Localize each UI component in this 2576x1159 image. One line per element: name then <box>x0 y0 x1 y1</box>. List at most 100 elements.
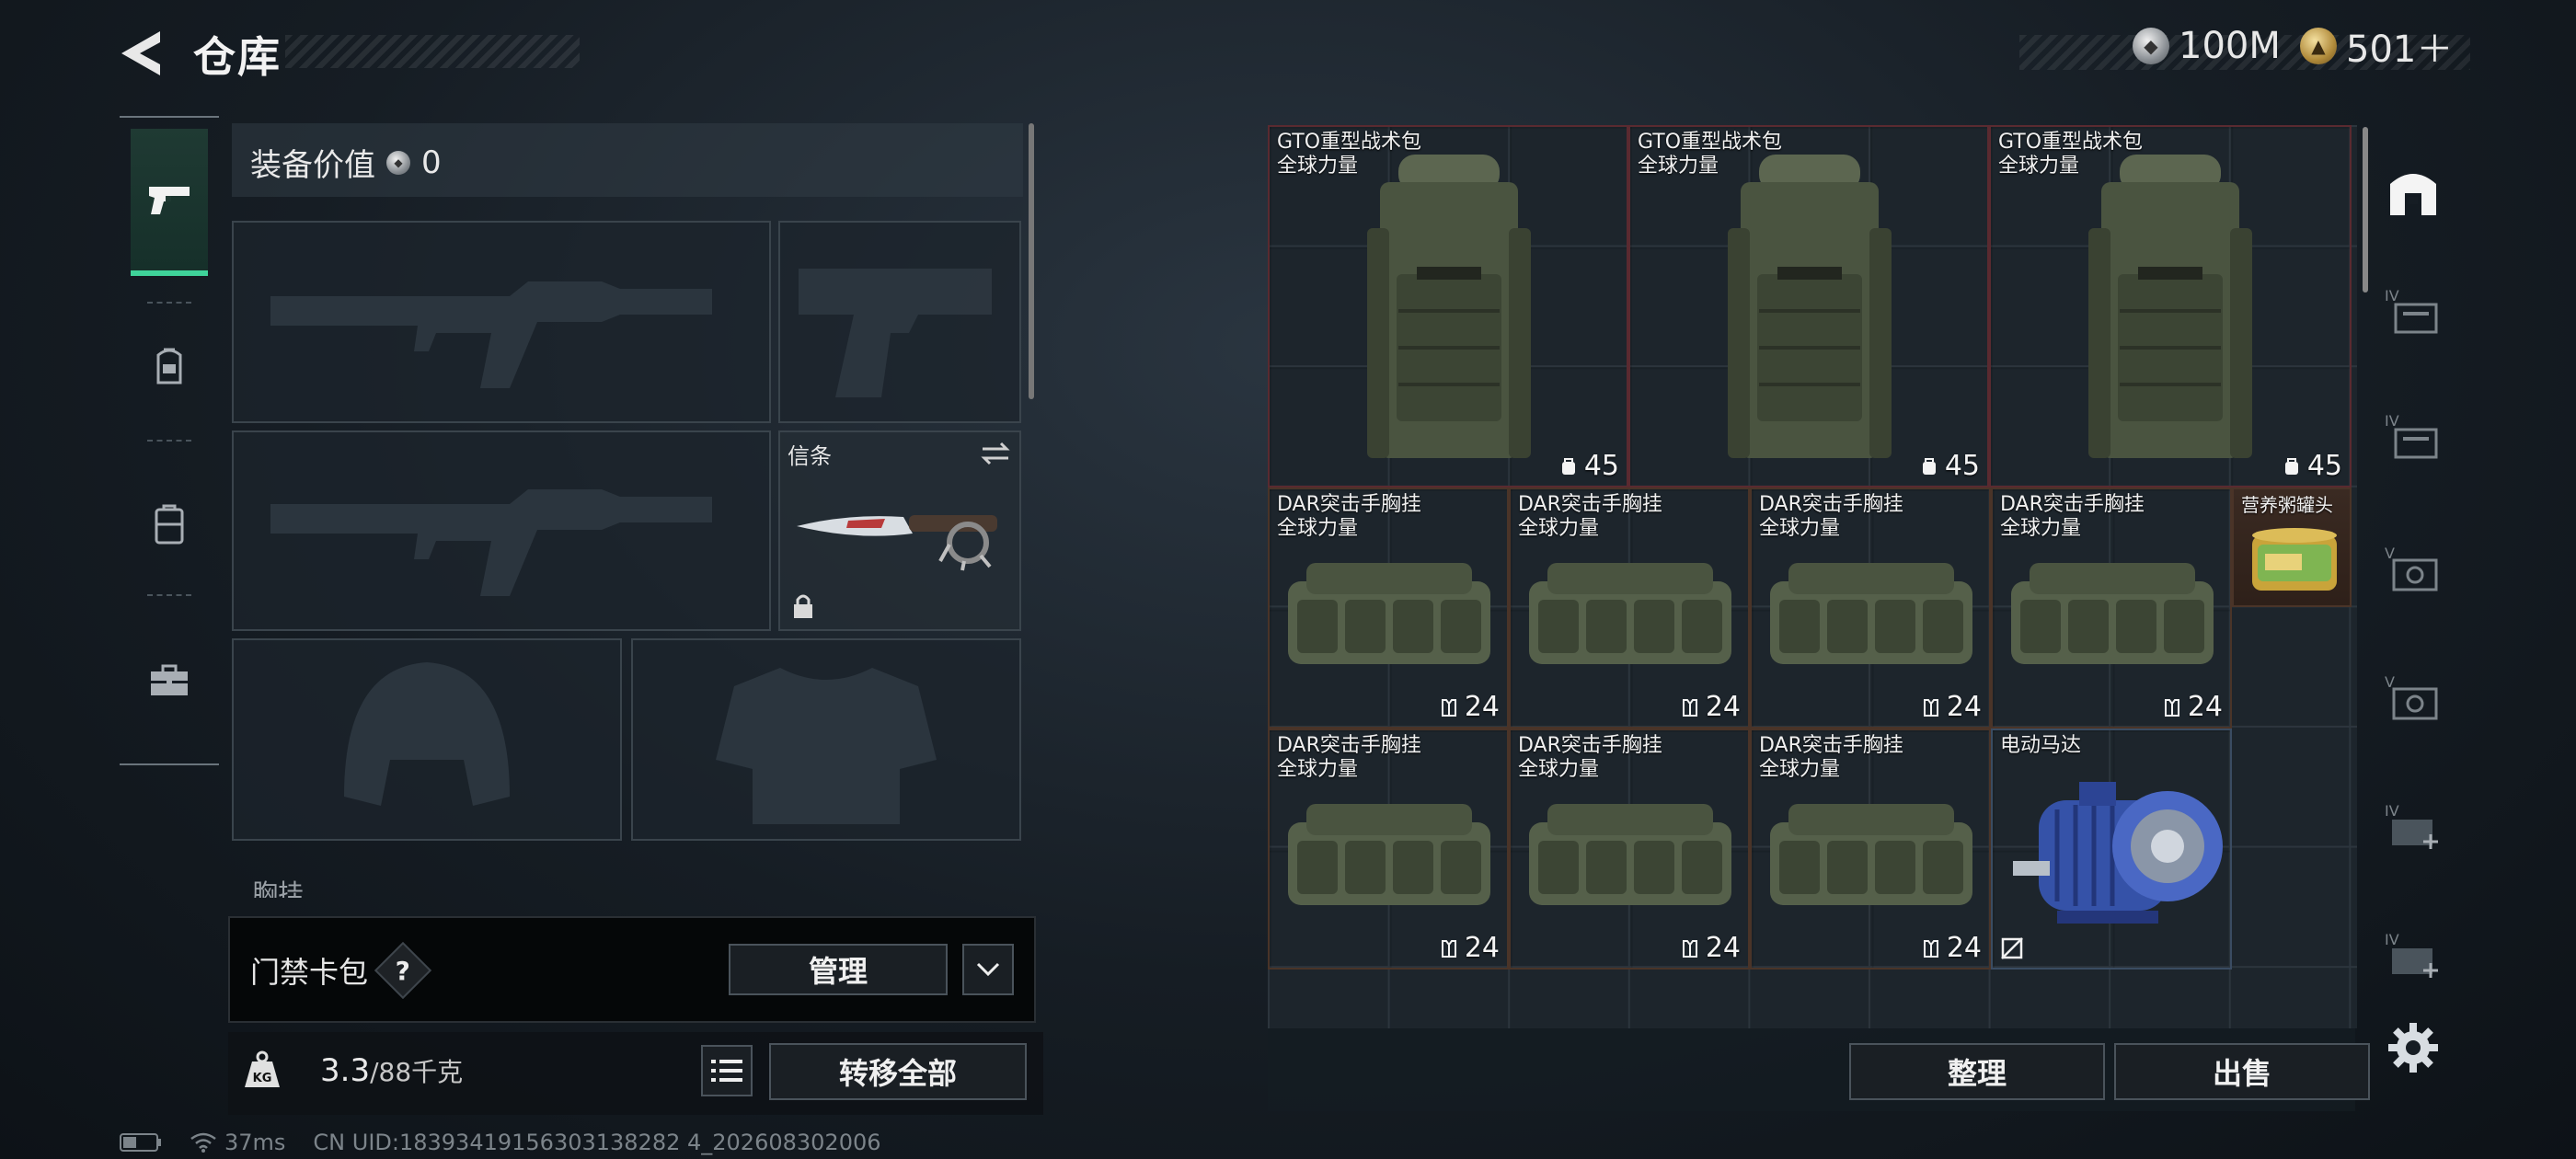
storage-item[interactable]: DAR突击手胸挂 全球力量 24 <box>1268 488 1509 729</box>
chest-rig-slot-partial[interactable]: 胸挂 <box>232 865 1023 898</box>
tab-container-6[interactable]: IV <box>2383 925 2444 986</box>
storage-scrollbar[interactable] <box>2363 127 2368 293</box>
backpack-image <box>2088 155 2252 458</box>
food-can-image <box>2252 528 2337 591</box>
weight-max: /88千克 <box>370 1057 464 1087</box>
svg-text:KG: KG <box>253 1072 272 1085</box>
item-capacity: 45 <box>1919 450 1980 482</box>
access-card-label: 门禁卡包 <box>250 955 369 990</box>
item-name: DAR突击手胸挂 全球力量 <box>2000 493 2145 540</box>
secondary-weapon-slot[interactable] <box>232 430 771 631</box>
item-name: DAR突击手胸挂 全球力量 <box>1277 493 1421 540</box>
tab-container-4[interactable]: V <box>2383 668 2444 729</box>
transfer-all-button[interactable]: 转移全部 <box>769 1043 1027 1100</box>
category-weapons[interactable] <box>131 129 208 276</box>
storage-grid: GTO重型战术包 全球力量 45 GTO重型战术包 全球力量 45 GTO重型战术包… <box>1268 125 2357 1028</box>
chest-rig-image <box>1529 563 1731 664</box>
vest-capacity-icon <box>1682 939 1697 958</box>
helmet-silhouette-icon <box>344 662 510 806</box>
chest-rig-label: 胸挂 <box>252 878 305 898</box>
tab-container-3[interactable]: V <box>2383 539 2444 600</box>
tab-container-5[interactable]: IV <box>2383 797 2444 857</box>
svg-text:IV: IV <box>2385 287 2399 304</box>
svg-text:IV: IV <box>2385 931 2399 948</box>
sell-button[interactable]: 出售 <box>2114 1043 2370 1100</box>
tab-container-1[interactable]: IV <box>2383 281 2444 342</box>
title-decoration <box>285 35 580 68</box>
help-icon[interactable]: ? <box>374 941 432 1000</box>
swap-icon[interactable] <box>979 440 1012 467</box>
primary-weapon-slot[interactable] <box>232 221 771 423</box>
category-backpack[interactable] <box>131 451 208 598</box>
loadout-scrollbar[interactable] <box>1029 123 1034 399</box>
tier-iv-expand-icon: IV <box>2385 802 2438 849</box>
manage-button[interactable]: 管理 <box>729 944 948 995</box>
vest-capacity-icon <box>1441 698 1456 717</box>
user-uid: CN UID:18393419156303138282 4_2026083020… <box>313 1130 881 1155</box>
category-case[interactable] <box>131 607 208 754</box>
item-name: DAR突击手胸挂 全球力量 <box>1277 734 1421 781</box>
status-bar: 37ms CN UID:18393419156303138282 4_20260… <box>120 1130 881 1155</box>
storage-item[interactable]: DAR突击手胸挂 全球力量 24 <box>1750 729 1991 970</box>
item-name: DAR突击手胸挂 全球力量 <box>1759 493 1903 540</box>
pistol-slot[interactable] <box>778 221 1021 423</box>
tab-container-2[interactable]: IV <box>2383 407 2444 467</box>
storage-item[interactable]: GTO重型战术包 全球力量 45 <box>1268 125 1628 488</box>
expand-dropdown-button[interactable] <box>962 944 1014 995</box>
chest-rig-image <box>1770 804 1972 905</box>
settings-gear-icon[interactable] <box>2386 1021 2440 1074</box>
backpack-image <box>1367 155 1531 458</box>
gold-coin-icon: ▲ <box>2300 28 2337 64</box>
category-sidebar <box>120 116 219 765</box>
item-capacity: 45 <box>2282 450 2342 482</box>
armor-silhouette-icon <box>716 668 937 824</box>
item-name: DAR突击手胸挂 全球力量 <box>1518 493 1662 540</box>
tab-main-storage[interactable] <box>2383 160 2444 221</box>
item-name: DAR突击手胸挂 全球力量 <box>1518 734 1662 781</box>
list-icon <box>711 1060 742 1082</box>
item-capacity: 24 <box>1439 932 1500 964</box>
melee-token-slot[interactable]: 信条 <box>778 430 1021 631</box>
item-capacity: 24 <box>1921 932 1982 964</box>
storage-item[interactable]: GTO重型战术包 全球力量 45 <box>1989 125 2352 488</box>
backpack-capacity-icon <box>1922 457 1936 475</box>
storage-item[interactable]: DAR突击手胸挂 全球力量 24 <box>1509 488 1750 729</box>
storage-item[interactable]: DAR突击手胸挂 全球力量 24 <box>1509 729 1750 970</box>
silver-currency[interactable]: ◆ 100M <box>2133 20 2281 72</box>
gold-amount: 501＋ <box>2346 29 2454 71</box>
tier-iv-expand-icon: IV <box>2385 931 2438 978</box>
ping-value: 37ms <box>224 1130 286 1155</box>
chest-rig-image <box>2011 563 2214 664</box>
vest-capacity-icon <box>1923 939 1938 958</box>
weight-kg-icon: KG <box>241 1049 283 1091</box>
list-view-button[interactable] <box>701 1045 753 1096</box>
item-capacity: 24 <box>1439 691 1500 723</box>
rifle-silhouette-icon <box>270 489 712 596</box>
gold-currency[interactable]: ▲ 501＋ <box>2300 20 2453 72</box>
back-arrow-icon[interactable] <box>118 28 164 79</box>
silver-amount: 100M <box>2179 25 2281 67</box>
helmet-slot[interactable] <box>232 638 622 841</box>
vest-capacity-icon <box>1682 698 1697 717</box>
storage-item[interactable]: DAR突击手胸挂 全球力量 24 <box>1991 488 2232 729</box>
storage-item[interactable]: DAR突击手胸挂 全球力量 24 <box>1268 729 1509 970</box>
item-capacity: 24 <box>1680 691 1741 723</box>
category-gear[interactable] <box>131 293 208 440</box>
storage-container-tabs: IV IV V V IV IV <box>2370 125 2456 1045</box>
tier-v-safe-icon: V <box>2385 545 2438 591</box>
storage-item[interactable]: DAR突击手胸挂 全球力量 24 <box>1750 488 1991 729</box>
equipment-value: 装备价值 ◆ 0 <box>250 140 442 185</box>
sort-button[interactable]: 整理 <box>1849 1043 2105 1100</box>
item-capacity: 24 <box>2162 691 2223 723</box>
backpack-capacity-icon <box>2284 457 2298 475</box>
token-slot-label: 信条 <box>788 443 832 469</box>
chest-rig-image <box>1529 804 1731 905</box>
silver-coin-icon: ◆ <box>386 150 410 175</box>
wifi-icon <box>190 1132 216 1153</box>
storage-item[interactable]: 电动马达 <box>1991 729 2232 970</box>
armor-slot[interactable] <box>631 638 1021 841</box>
item-capacity: 24 <box>1680 932 1741 964</box>
storage-item[interactable]: 营养粥罐头 <box>2232 488 2352 607</box>
knife-icon <box>797 515 997 571</box>
storage-item[interactable]: GTO重型战术包 全球力量 45 <box>1628 125 1989 488</box>
